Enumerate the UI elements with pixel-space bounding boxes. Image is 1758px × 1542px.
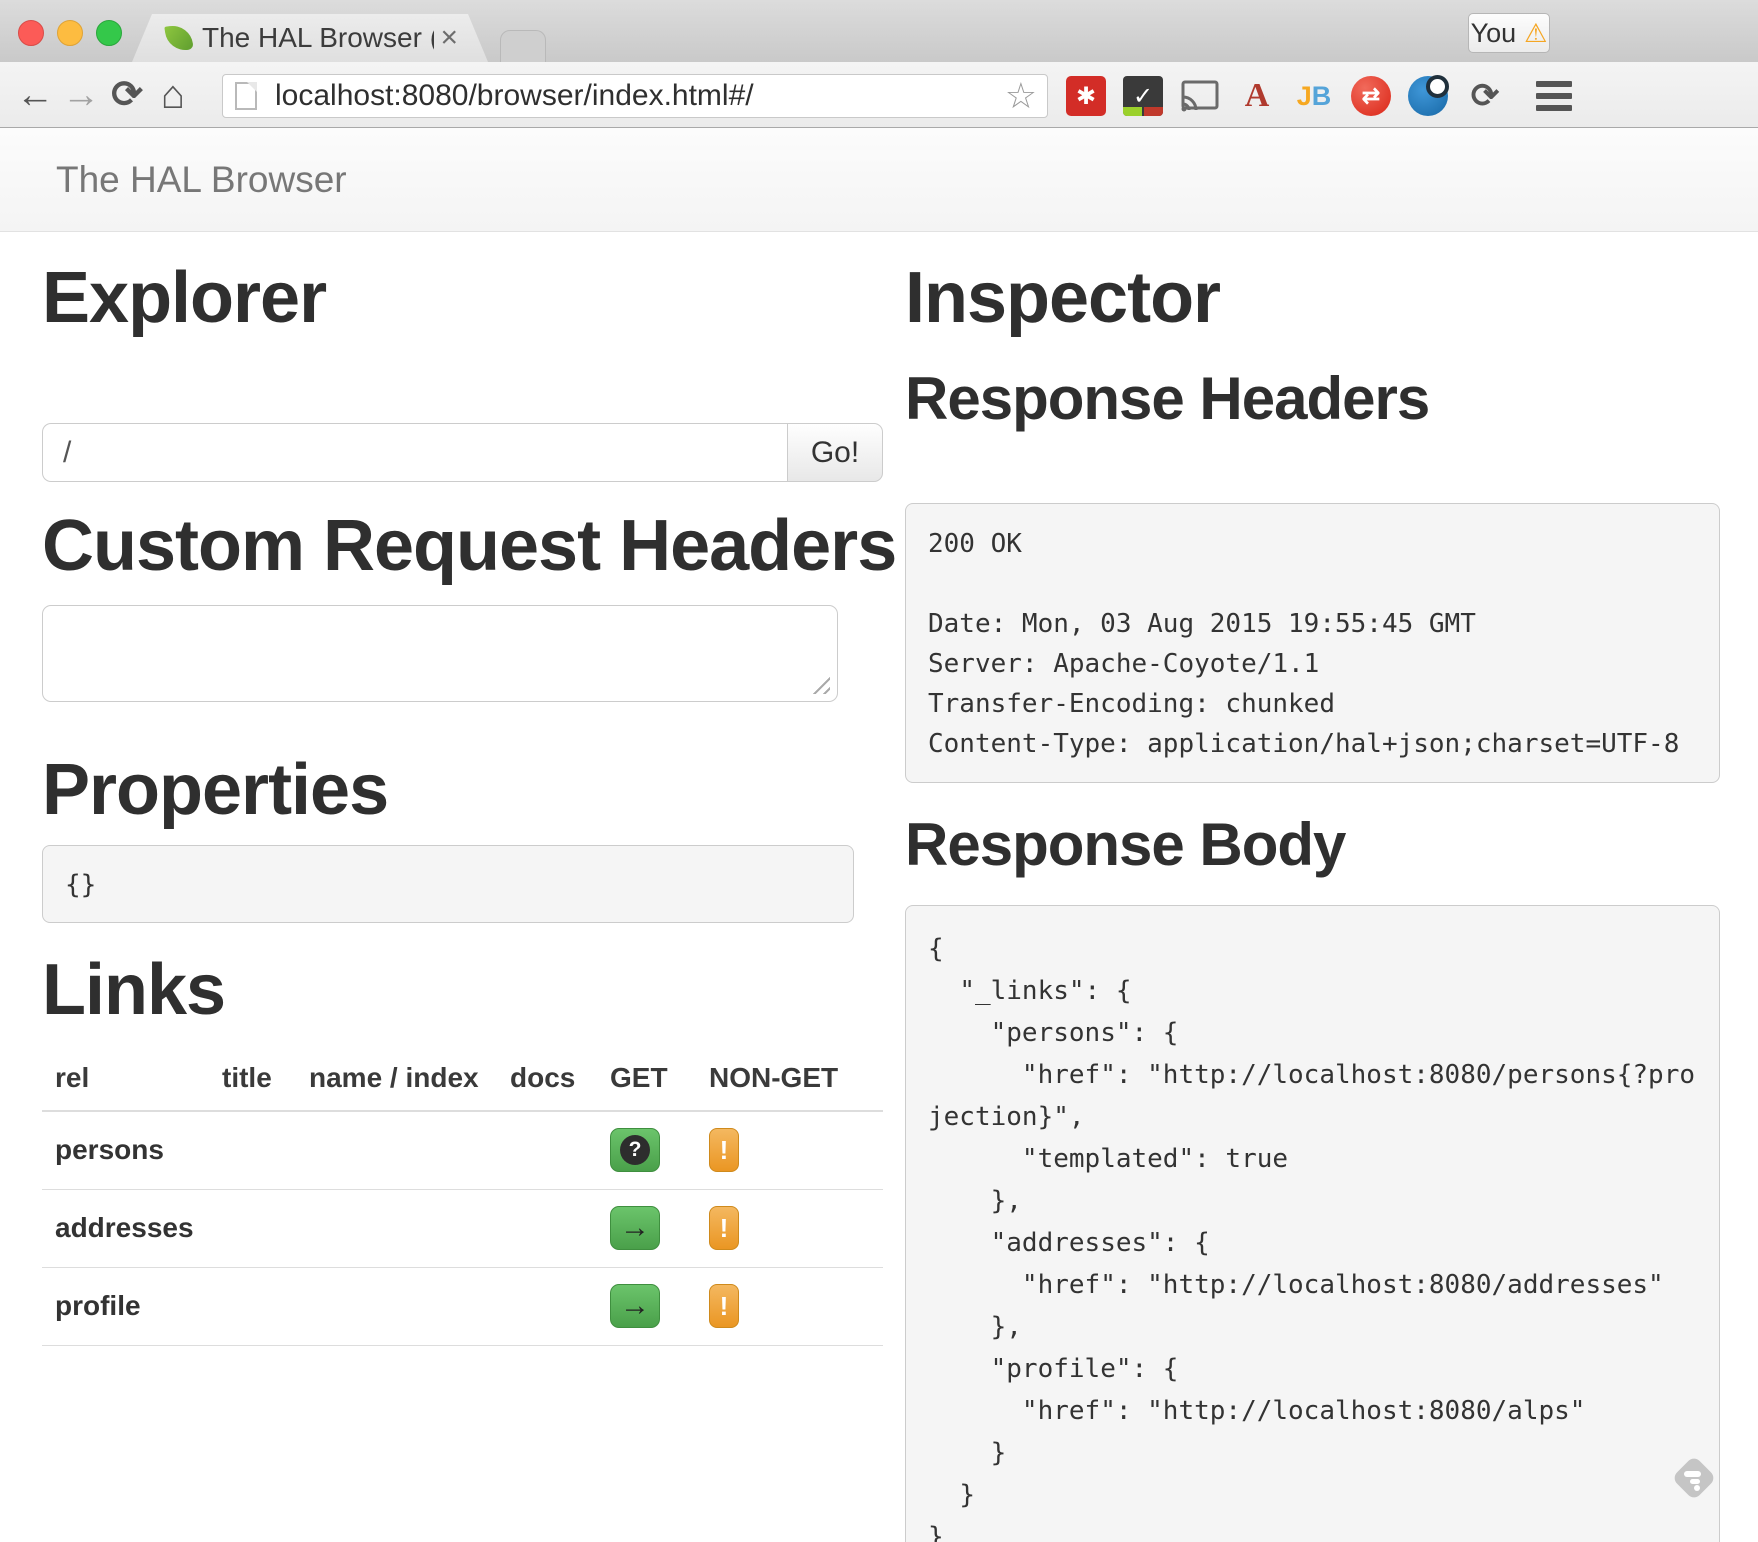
properties-value: {} xyxy=(42,845,854,923)
profile-label: You xyxy=(1471,18,1517,49)
zoom-window-button[interactable] xyxy=(96,20,122,46)
exclamation-icon: ! xyxy=(720,1135,729,1166)
url-text[interactable]: localhost:8080/browser/index.html#/ xyxy=(275,79,1005,113)
non-get-button[interactable]: ! xyxy=(709,1206,739,1250)
browser-toolbar: ← → ⟳ ⌂ localhost:8080/browser/index.htm… xyxy=(0,62,1758,128)
links-table-header: rel title name / index docs GET NON-GET xyxy=(42,1044,883,1111)
col-docs: docs xyxy=(497,1044,597,1111)
col-get: GET xyxy=(597,1044,696,1111)
custom-request-headers-heading: Custom Request Headers xyxy=(42,504,896,588)
extension-icons: ✱ ✓ A JB ⇄ ⟳ xyxy=(1066,74,1505,118)
inspector-heading: Inspector xyxy=(905,256,1220,340)
get-button[interactable]: ? xyxy=(610,1128,660,1172)
spring-leaf-favicon xyxy=(164,23,193,52)
exclamation-icon: ! xyxy=(720,1291,729,1322)
back-icon[interactable]: ← xyxy=(12,76,58,114)
arrow-right-icon: → xyxy=(620,1291,650,1321)
close-window-button[interactable] xyxy=(18,20,44,46)
explorer-heading: Explorer xyxy=(42,256,326,340)
tab-strip: The HAL Browser (customiz × You ⚠ xyxy=(0,0,1758,62)
home-icon[interactable]: ⌂ xyxy=(150,75,196,115)
brand-link[interactable]: The HAL Browser xyxy=(56,159,347,201)
properties-heading: Properties xyxy=(42,748,388,832)
window-controls xyxy=(18,20,122,46)
response-headers-heading: Response Headers xyxy=(905,364,1429,434)
sphere-icon[interactable] xyxy=(1408,76,1448,116)
lastpass-icon[interactable]: ✱ xyxy=(1066,76,1106,116)
reload-icon[interactable]: ⟳ xyxy=(104,76,150,114)
auto-refresh-icon[interactable]: ⟳ xyxy=(1465,76,1505,116)
cast-icon[interactable] xyxy=(1180,76,1220,116)
rel-label: profile xyxy=(42,1267,209,1345)
table-row-profile: profile → ! xyxy=(42,1267,883,1345)
get-button[interactable]: → xyxy=(610,1206,660,1250)
exclamation-icon: ! xyxy=(720,1213,729,1244)
non-get-button[interactable]: ! xyxy=(709,1128,739,1172)
swap-arrows-icon[interactable]: ⇄ xyxy=(1351,76,1391,116)
custom-headers-textarea[interactable] xyxy=(42,605,838,702)
links-table: rel title name / index docs GET NON-GET … xyxy=(42,1044,883,1346)
col-name-index: name / index xyxy=(296,1044,497,1111)
go-button[interactable]: Go! xyxy=(787,423,883,482)
page-monitor-icon[interactable]: ✓ xyxy=(1123,76,1163,116)
page-icon xyxy=(235,82,257,110)
browser-window: The HAL Browser (customiz × You ⚠ ← → ⟳ … xyxy=(0,0,1758,1542)
tab-title: The HAL Browser (customiz xyxy=(202,22,434,54)
jetbrains-icon[interactable]: JB xyxy=(1294,76,1334,116)
get-button[interactable]: → xyxy=(610,1284,660,1328)
bookmark-star-icon[interactable]: ☆ xyxy=(1005,75,1037,117)
response-body-heading: Response Body xyxy=(905,810,1345,880)
table-row-persons: persons ? ! xyxy=(42,1111,883,1189)
annotator-icon[interactable]: A xyxy=(1237,76,1277,116)
col-rel: rel xyxy=(42,1044,209,1111)
minimize-window-button[interactable] xyxy=(57,20,83,46)
address-input-group: Go! xyxy=(42,423,883,482)
non-get-button[interactable]: ! xyxy=(709,1284,739,1328)
explorer-address-input[interactable] xyxy=(42,423,787,482)
rel-label: addresses xyxy=(42,1189,209,1267)
rel-label: persons xyxy=(42,1111,209,1189)
active-tab[interactable]: The HAL Browser (customiz × xyxy=(132,14,488,62)
new-tab-button[interactable] xyxy=(500,30,546,62)
arrow-right-icon: → xyxy=(620,1213,650,1243)
warning-icon: ⚠ xyxy=(1524,18,1547,49)
site-navbar: The HAL Browser xyxy=(0,128,1758,232)
col-title: title xyxy=(209,1044,296,1111)
profile-button[interactable]: You ⚠ xyxy=(1468,13,1550,53)
response-body-value: { "_links": { "persons": { "href": "http… xyxy=(905,905,1720,1542)
response-headers-value: 200 OK Date: Mon, 03 Aug 2015 19:55:45 G… xyxy=(905,503,1720,783)
tab-close-icon[interactable]: × xyxy=(440,21,458,55)
page-content: Explorer Go! Custom Request Headers Prop… xyxy=(0,232,1758,1542)
chrome-menu-icon[interactable] xyxy=(1536,81,1572,111)
address-bar[interactable]: localhost:8080/browser/index.html#/ ☆ xyxy=(222,74,1048,118)
table-row-addresses: addresses → ! xyxy=(42,1189,883,1267)
feedly-mini-icon xyxy=(1666,1450,1722,1506)
forward-icon[interactable]: → xyxy=(58,76,104,114)
question-icon: ? xyxy=(620,1135,650,1165)
col-non-get: NON-GET xyxy=(696,1044,883,1111)
links-heading: Links xyxy=(42,948,225,1032)
